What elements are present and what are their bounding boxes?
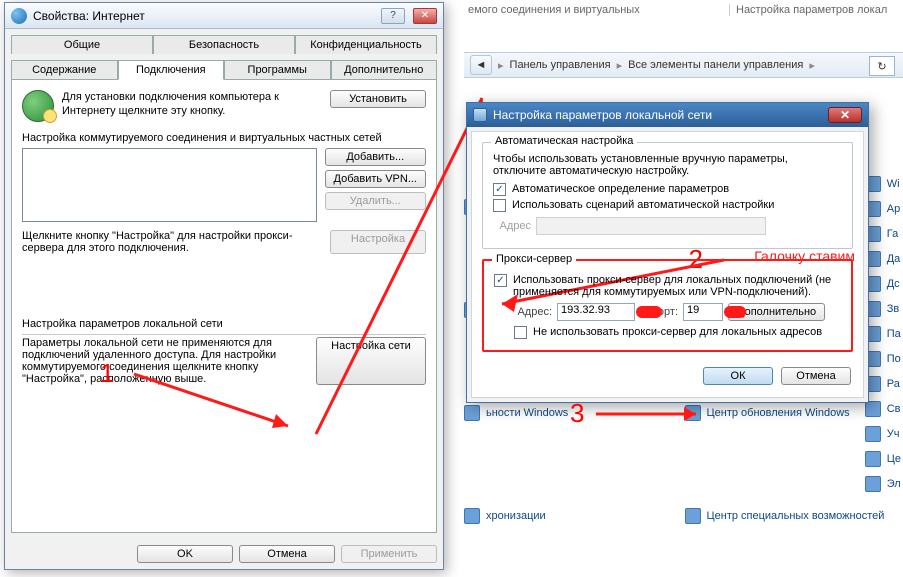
network-icon — [473, 108, 487, 122]
nav-back-icon[interactable]: ◄ — [470, 55, 492, 75]
auto-detect-checkbox[interactable] — [493, 183, 506, 196]
refresh-icon[interactable]: ↻ — [869, 56, 895, 76]
settings-button: Настройка — [330, 230, 426, 254]
cp-item[interactable]: Га — [865, 226, 901, 242]
lan-section-header: Настройка параметров локальной сети — [22, 318, 426, 330]
auto-config-hint: Чтобы использовать установленные вручную… — [493, 153, 842, 177]
tab-advanced[interactable]: Дополнительно — [331, 60, 438, 79]
install-row: Для установки подключения компьютера к И… — [22, 90, 426, 122]
dialog-buttons: OK Отмена Применить — [5, 539, 443, 569]
lan-dialog-title: Настройка параметров локальной сети — [493, 108, 822, 122]
cp-item[interactable]: Уч — [865, 426, 901, 442]
tab-security[interactable]: Безопасность — [153, 35, 295, 54]
dialog-title: Свойства: Интернет — [33, 9, 373, 23]
ok-button[interactable]: OK — [137, 545, 233, 563]
use-script-label: Использовать сценарий автоматической нас… — [512, 199, 774, 211]
proxy-port-input[interactable]: 19 — [683, 303, 723, 321]
lan-close-button[interactable]: ✕ — [828, 107, 862, 123]
cp-item[interactable]: Эл — [865, 476, 901, 492]
close-button[interactable]: ✕ — [413, 8, 437, 24]
redacted-mark — [724, 306, 746, 318]
lan-settings-button[interactable]: Настройка сети — [316, 337, 426, 385]
tab-body-connections: Для установки подключения компьютера к И… — [11, 79, 437, 533]
bypass-local-checkbox[interactable] — [514, 326, 527, 339]
cp-icon — [685, 405, 701, 421]
tab-general[interactable]: Общие — [11, 35, 153, 54]
install-text: Для установки подключения компьютера к И… — [62, 90, 322, 119]
dialup-listbox[interactable] — [22, 148, 317, 222]
explorer-breadcrumb-bar: ◄ ▸ Панель управления ▸ Все элементы пан… — [464, 52, 903, 78]
crumb-2[interactable]: Все элементы панели управления — [628, 59, 803, 71]
lan-hint-text: Параметры локальной сети не применяются … — [22, 337, 308, 385]
use-script-checkbox[interactable] — [493, 199, 506, 212]
annotation-1: 1 — [100, 358, 114, 389]
install-globe-icon — [22, 90, 54, 122]
bypass-local-label: Не использовать прокси-сервер для локаль… — [533, 326, 822, 338]
cp-item[interactable]: Св — [865, 401, 901, 417]
lan-dialog-buttons: ОК Отмена — [482, 362, 853, 387]
crumb-1[interactable]: Панель управления — [510, 59, 611, 71]
redacted-mark — [636, 306, 662, 318]
auto-detect-label: Автоматическое определение параметров — [512, 183, 729, 195]
proxy-address-label: Адрес: — [514, 306, 552, 318]
lan-titlebar: Настройка параметров локальной сети ✕ — [467, 103, 868, 127]
lan-dialog-body: Автоматическая настройка Чтобы использов… — [471, 131, 864, 398]
proxy-legend: Прокси-сервер — [492, 253, 576, 265]
apply-button: Применить — [341, 545, 437, 563]
auto-config-legend: Автоматическая настройка — [491, 135, 637, 147]
tab-row-1: Общие Безопасность Конфиденциальность — [11, 35, 437, 54]
cp-item[interactable]: Зв — [865, 301, 901, 317]
tab-connections[interactable]: Подключения — [118, 60, 225, 80]
cp-item[interactable]: Да — [865, 251, 901, 267]
tab-programs[interactable]: Программы — [224, 60, 331, 79]
use-proxy-checkbox[interactable] — [494, 274, 507, 287]
lan-cancel-button[interactable]: Отмена — [781, 367, 851, 385]
cancel-button[interactable]: Отмена — [239, 545, 335, 563]
use-proxy-label: Использовать прокси-сервер для локальных… — [513, 274, 841, 298]
script-address-label: Адрес — [493, 220, 531, 232]
cp-item[interactable]: Wi — [865, 176, 901, 192]
annotation-3: 3 — [570, 398, 584, 429]
cp-item[interactable]: По — [865, 351, 901, 367]
cp-item[interactable]: Центр специальных возможностей — [685, 468, 896, 563]
install-button[interactable]: Установить — [330, 90, 426, 108]
cp-item[interactable]: Ра — [865, 376, 901, 392]
remove-button: Удалить... — [325, 192, 426, 210]
tab-privacy[interactable]: Конфиденциальность — [295, 35, 437, 54]
cp-item[interactable]: хронизации — [464, 468, 675, 563]
cp-icon — [865, 451, 881, 467]
auto-config-group: Автоматическая настройка Чтобы использов… — [482, 142, 853, 249]
proxy-group: Прокси-сервер Использовать прокси-сервер… — [482, 259, 853, 352]
cp-icon — [865, 426, 881, 442]
script-address-input — [536, 217, 766, 235]
cp-item[interactable]: Це — [865, 451, 901, 467]
titlebar: Свойства: Интернет ? ✕ — [5, 3, 443, 29]
cp-icon — [685, 508, 701, 524]
internet-properties-dialog: Свойства: Интернет ? ✕ Общие Безопасност… — [4, 2, 444, 570]
proxy-address-input[interactable]: 193.32.93 — [557, 303, 635, 321]
add-vpn-button[interactable]: Добавить VPN... — [325, 170, 426, 188]
lan-ok-button[interactable]: ОК — [703, 367, 773, 385]
cp-item[interactable]: Дс — [865, 276, 901, 292]
help-button[interactable]: ? — [381, 8, 405, 24]
tab-content[interactable]: Содержание — [11, 60, 118, 79]
globe-icon — [11, 8, 27, 24]
lan-settings-dialog: Настройка параметров локальной сети ✕ Ав… — [466, 102, 869, 403]
cp-icon — [464, 405, 480, 421]
cp-item[interactable]: Па — [865, 326, 901, 342]
cp-item[interactable]: Ар — [865, 201, 901, 217]
cp-icon — [865, 476, 881, 492]
proxy-hint: Щелкните кнопку "Настройка" для настройк… — [22, 230, 322, 254]
cp-icon — [865, 401, 881, 417]
cp-icon — [464, 508, 480, 524]
bg-frag-2: Настройка параметров локал — [729, 4, 899, 16]
dialup-label: Настройка коммутируемого соединения и ви… — [22, 132, 426, 144]
lan-section: Настройка параметров локальной сети Пара… — [22, 318, 426, 385]
tab-row-2: Содержание Подключения Программы Дополни… — [11, 60, 437, 79]
add-button[interactable]: Добавить... — [325, 148, 426, 166]
